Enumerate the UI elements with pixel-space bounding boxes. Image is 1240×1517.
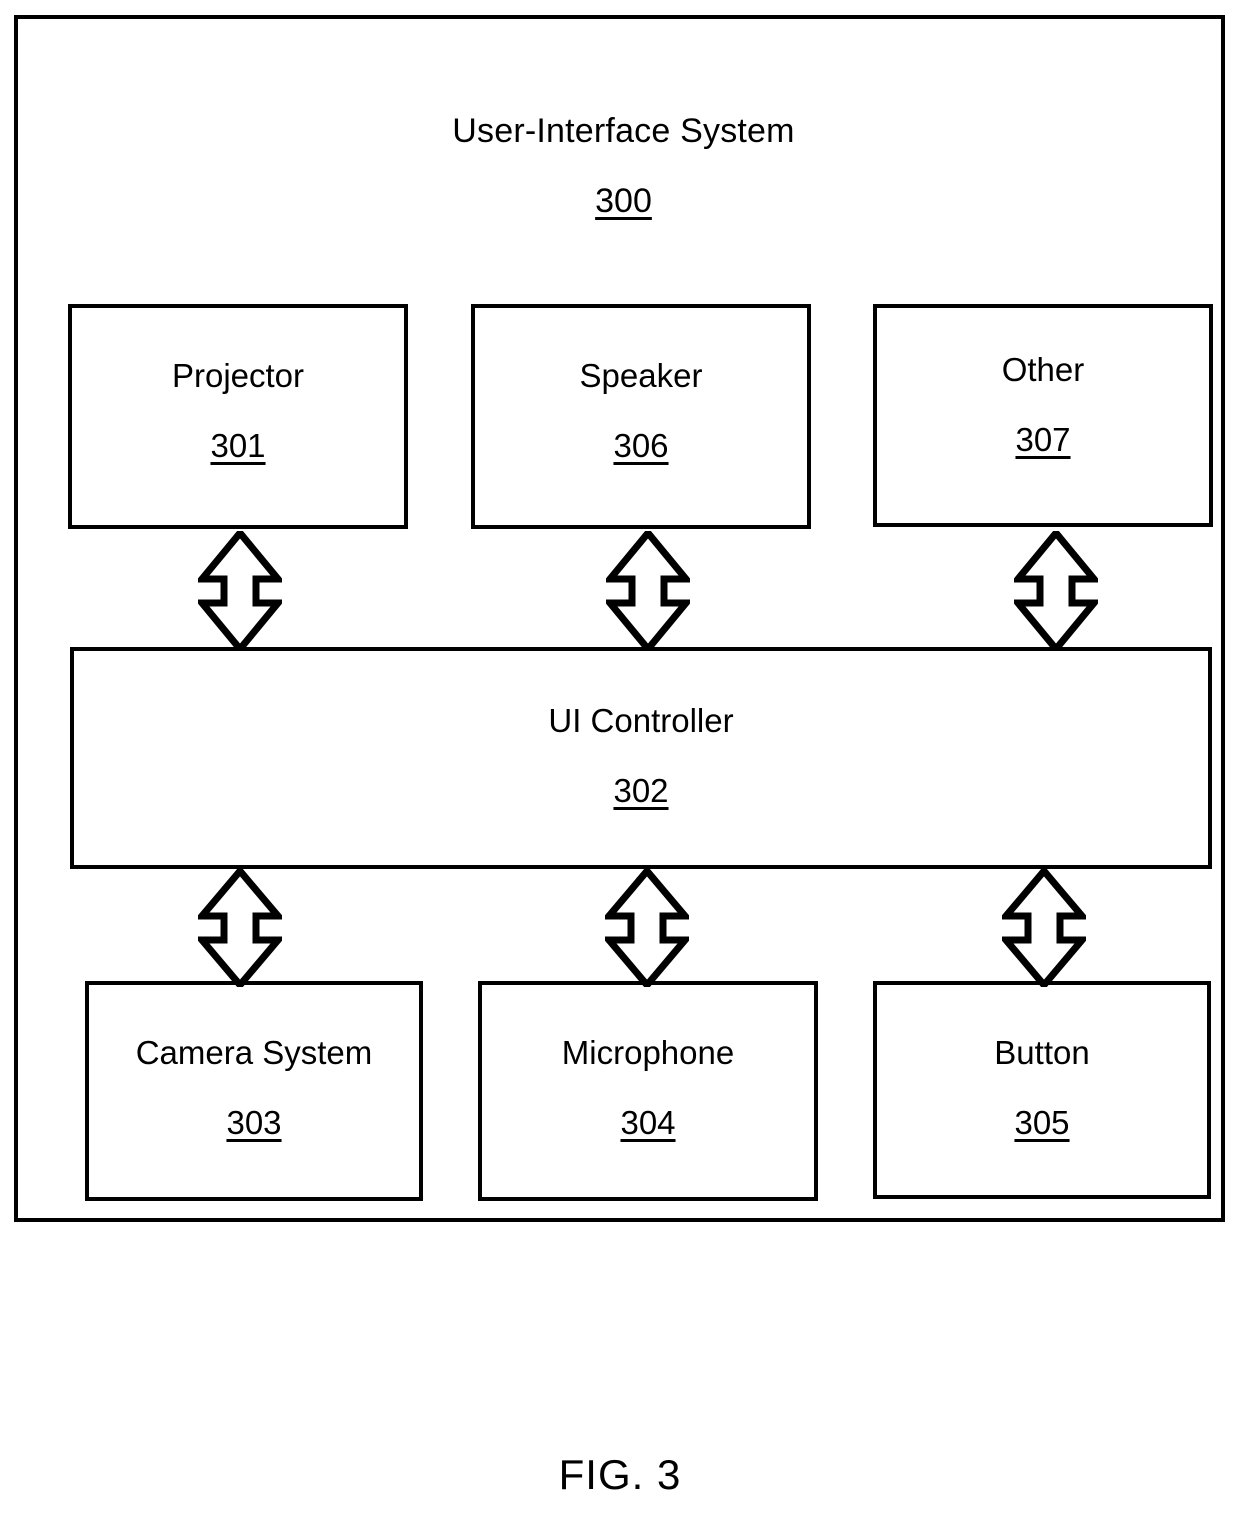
system-reference-number: 300 — [18, 181, 1229, 221]
system-reference-value: 300 — [595, 182, 652, 220]
block-speaker[interactable]: Speaker 306 — [471, 304, 811, 529]
figure-outer-frame: User-Interface System 300 Projector 301 … — [14, 15, 1225, 1222]
block-camera-system-label: Camera System — [135, 1034, 373, 1071]
block-button[interactable]: Button 305 — [873, 981, 1211, 1199]
double-arrow-icon-ui-controller-microphone — [605, 869, 689, 987]
block-speaker-label: Speaker — [579, 357, 703, 394]
block-ui-controller[interactable]: UI Controller 302 — [70, 647, 1212, 869]
figure-caption: FIG. 3 — [558, 1451, 682, 1498]
block-other-ref: 307 — [1015, 421, 1071, 458]
double-arrow-icon-projector-ui-controller — [198, 531, 282, 651]
block-button-label: Button — [994, 1034, 1090, 1071]
block-other[interactable]: Other 307 — [873, 304, 1213, 527]
block-camera-system[interactable]: Camera System 303 — [85, 981, 423, 1201]
figure-page: User-Interface System 300 Projector 301 … — [0, 0, 1240, 1517]
double-arrow-icon-ui-controller-button — [1002, 869, 1086, 987]
block-button-ref: 305 — [1014, 1104, 1070, 1141]
block-camera-system-ref: 303 — [226, 1104, 282, 1141]
double-arrow-icon-speaker-ui-controller — [606, 531, 690, 651]
block-projector-ref: 301 — [210, 427, 266, 464]
block-ui-controller-ref: 302 — [613, 772, 669, 809]
block-ui-controller-label: UI Controller — [548, 702, 734, 739]
block-speaker-ref: 306 — [613, 427, 669, 464]
block-microphone-ref: 304 — [620, 1104, 676, 1141]
block-microphone[interactable]: Microphone 304 — [478, 981, 818, 1201]
double-arrow-icon-other-ui-controller — [1014, 531, 1098, 651]
double-arrow-icon-ui-controller-camera-system — [198, 869, 282, 987]
block-microphone-label: Microphone — [561, 1034, 735, 1071]
block-projector[interactable]: Projector 301 — [68, 304, 408, 529]
page-title: User-Interface System — [452, 112, 795, 150]
block-other-label: Other — [1001, 351, 1085, 388]
block-projector-label: Projector — [171, 357, 305, 394]
